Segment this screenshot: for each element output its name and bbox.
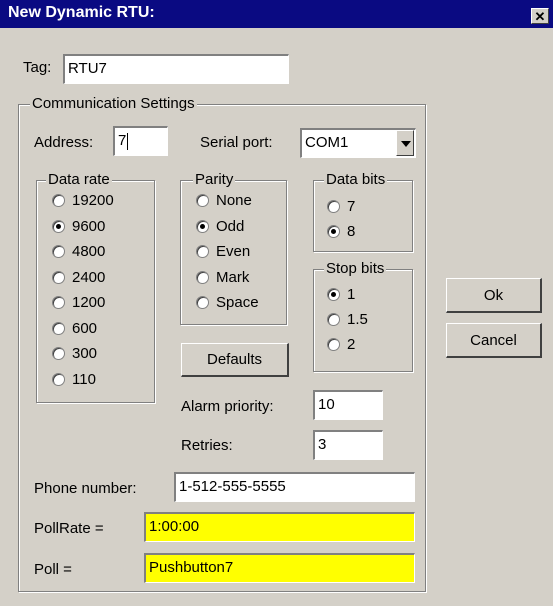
- address-value: 7: [118, 132, 127, 149]
- data-rate-option-label: 19200: [72, 192, 114, 209]
- radio-button[interactable]: [327, 288, 340, 301]
- radio-button[interactable]: [52, 219, 65, 233]
- address-label: Address:: [34, 134, 94, 151]
- address-input[interactable]: 7: [113, 126, 168, 156]
- data-bits-legend: Data bits: [324, 171, 388, 189]
- radio-button[interactable]: [327, 225, 340, 238]
- data-rate-option-label: 600: [72, 319, 98, 337]
- stop-bits-option-label: 1: [347, 286, 356, 303]
- radio-button[interactable]: [52, 245, 65, 258]
- chevron-down-icon[interactable]: [396, 130, 414, 156]
- pollrate-label: PollRate =: [34, 520, 104, 537]
- radio-button[interactable]: [196, 194, 209, 207]
- radio-button[interactable]: [52, 296, 65, 309]
- parity-option-label: Odd: [216, 217, 245, 235]
- defaults-button[interactable]: Defaults: [181, 343, 289, 377]
- tag-label: Tag:: [23, 59, 52, 76]
- retries-label: Retries:: [181, 437, 233, 454]
- serial-port-label: Serial port:: [200, 134, 273, 151]
- data-rate-legend: Data rate: [46, 171, 112, 189]
- communication-settings-legend: Communication Settings: [30, 95, 197, 113]
- data-bits-option-label: 7: [347, 198, 356, 215]
- alarm-priority-label: Alarm priority:: [181, 398, 274, 415]
- stop-bits-option-label: 2: [347, 336, 356, 353]
- data-rate-option-label: 300: [72, 345, 98, 362]
- data-rate-option-label: 110: [72, 370, 96, 388]
- retries-input[interactable]: 3: [313, 430, 383, 460]
- radio-button[interactable]: [196, 296, 209, 309]
- radio-button[interactable]: [52, 270, 65, 284]
- parity-legend: Parity: [193, 171, 236, 189]
- radio-button[interactable]: [52, 321, 65, 335]
- phone-number-label: Phone number:: [34, 480, 137, 497]
- data-rate-option-label: 1200: [72, 294, 106, 311]
- pollrate-input[interactable]: 1:00:00: [144, 512, 415, 542]
- stop-bits-option-label: 1.5: [347, 311, 368, 328]
- data-bits-group: [313, 180, 413, 252]
- data-rate-option-label: 2400: [72, 268, 106, 286]
- parity-option-label: Mark: [216, 268, 250, 286]
- alarm-priority-input[interactable]: 10: [313, 390, 383, 420]
- data-bits-option-label: 8: [347, 223, 356, 240]
- text-caret: [127, 132, 129, 150]
- radio-button[interactable]: [196, 219, 209, 233]
- cancel-button[interactable]: Cancel: [446, 323, 542, 358]
- window-title: New Dynamic RTU:: [8, 4, 155, 21]
- poll-input[interactable]: Pushbutton7: [144, 553, 415, 583]
- radio-button[interactable]: [196, 270, 209, 284]
- ok-button[interactable]: Ok: [446, 278, 542, 313]
- radio-button[interactable]: [327, 313, 340, 326]
- data-rate-option-label: 9600: [72, 217, 106, 235]
- poll-label: Poll =: [34, 561, 72, 578]
- radio-button[interactable]: [327, 338, 340, 351]
- phone-number-input[interactable]: 1-512-555-5555: [174, 472, 415, 502]
- data-rate-option-label: 4800: [72, 243, 106, 260]
- tag-input[interactable]: RTU7: [63, 54, 289, 84]
- serial-port-value: COM1: [305, 134, 349, 151]
- parity-option-label: None: [216, 192, 252, 209]
- radio-button[interactable]: [52, 194, 65, 207]
- radio-button[interactable]: [196, 245, 209, 258]
- radio-button[interactable]: [327, 200, 340, 213]
- radio-button[interactable]: [52, 372, 65, 386]
- close-button[interactable]: ✕: [531, 8, 549, 24]
- stop-bits-legend: Stop bits: [324, 260, 387, 278]
- parity-option-label: Space: [216, 294, 259, 311]
- radio-button[interactable]: [52, 347, 65, 360]
- parity-option-label: Even: [216, 243, 251, 260]
